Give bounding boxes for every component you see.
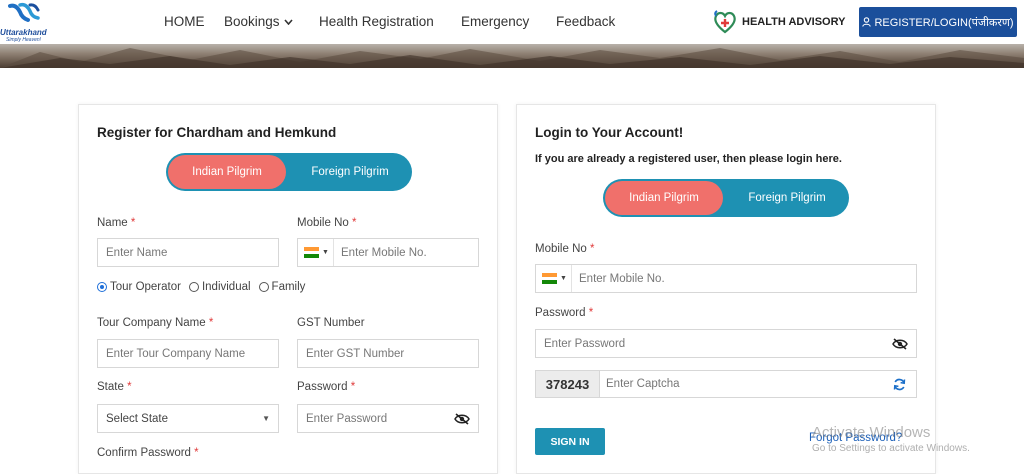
state-label-text: State xyxy=(97,381,124,393)
login-password-label: Password * xyxy=(535,307,593,319)
login-note: If you are already a registered user, th… xyxy=(535,153,842,165)
radio-tour-operator-label: Tour Operator xyxy=(110,281,181,293)
login-indian-pilgrim-tab[interactable]: Indian Pilgrim xyxy=(605,181,723,215)
dropdown-caret-icon: ▼ xyxy=(560,275,567,282)
eye-slash-icon[interactable] xyxy=(892,337,908,350)
required-mark: * xyxy=(208,317,214,329)
register-card: Register for Chardham and Hemkund Indian… xyxy=(78,104,498,474)
register-password-input[interactable]: Enter Password xyxy=(297,404,479,433)
nav-home[interactable]: HOME xyxy=(164,14,205,29)
sign-in-button[interactable]: SIGN IN xyxy=(535,428,605,455)
logo-brand-text: Uttarakhand xyxy=(0,28,47,37)
register-mobile-input[interactable]: ▼ Enter Mobile No. xyxy=(297,238,479,267)
required-mark: * xyxy=(350,381,356,393)
login-title: Login to Your Account! xyxy=(535,125,684,140)
refresh-icon[interactable] xyxy=(893,378,906,391)
eye-slash-icon[interactable] xyxy=(454,412,470,425)
required-mark: * xyxy=(588,307,594,319)
radio-tour-operator[interactable]: Tour Operator xyxy=(97,281,181,293)
confirm-password-label-text: Confirm Password xyxy=(97,447,191,459)
name-placeholder: Enter Name xyxy=(106,246,168,259)
nav-feedback[interactable]: Feedback xyxy=(556,14,615,29)
login-password-input[interactable]: Enter Password xyxy=(535,329,917,358)
radio-family[interactable]: Family xyxy=(258,281,306,293)
captcha-code: 378243 xyxy=(536,371,600,397)
login-card: Login to Your Account! If you are alread… xyxy=(516,104,936,474)
name-input[interactable]: Enter Name xyxy=(97,238,279,267)
login-password-placeholder: Enter Password xyxy=(544,337,626,350)
logo-tagline: Simply Heaven! xyxy=(6,37,42,43)
login-mobile-label: Mobile No * xyxy=(535,243,594,255)
register-password-label: Password * xyxy=(297,381,355,393)
user-icon xyxy=(862,17,872,27)
india-flag-icon xyxy=(542,273,557,285)
dropdown-caret-icon: ▼ xyxy=(262,414,270,423)
register-title: Register for Chardham and Hemkund xyxy=(97,125,337,140)
captcha-field: 378243 Enter Captcha xyxy=(535,370,917,398)
company-label: Tour Company Name * xyxy=(97,317,213,329)
register-password-label-text: Password xyxy=(297,381,348,393)
radio-unselected-icon xyxy=(188,282,199,292)
name-label-text: Name xyxy=(97,217,128,229)
radio-individual[interactable]: Individual xyxy=(188,281,251,293)
required-mark: * xyxy=(127,381,132,393)
register-mobile-label-text: Mobile No xyxy=(297,217,349,229)
health-advisory-link[interactable]: HEALTH ADVISORY xyxy=(712,9,846,35)
company-input[interactable]: Enter Tour Company Name xyxy=(97,339,279,368)
login-pilgrim-toggle: Indian Pilgrim Foreign Pilgrim xyxy=(603,179,849,217)
register-login-button[interactable]: REGISTER/LOGIN(पंजीकरण) xyxy=(859,7,1017,37)
radio-individual-label: Individual xyxy=(201,281,251,293)
mountain-banner-image xyxy=(0,44,1024,68)
state-select-value: Select State xyxy=(106,412,169,425)
register-mobile-label: Mobile No * xyxy=(297,217,356,229)
india-flag-icon xyxy=(304,247,319,259)
uttarakhand-logo[interactable]: Uttarakhand Simply Heaven! xyxy=(0,2,52,43)
required-mark: * xyxy=(194,447,199,459)
gst-placeholder: Enter GST Number xyxy=(306,347,405,360)
login-password-label-text: Password xyxy=(535,307,586,319)
radio-selected-icon xyxy=(97,282,107,292)
login-mobile-label-text: Mobile No xyxy=(535,243,587,255)
register-indian-pilgrim-tab[interactable]: Indian Pilgrim xyxy=(168,155,286,189)
chevron-down-icon xyxy=(283,17,293,27)
company-label-text: Tour Company Name xyxy=(97,317,206,329)
captcha-input[interactable]: Enter Captcha xyxy=(600,378,893,390)
radio-family-label: Family xyxy=(271,281,306,293)
gst-label: GST Number xyxy=(297,317,365,329)
nav-bookings-label: Bookings xyxy=(224,14,280,29)
nav-bookings[interactable]: Bookings xyxy=(224,14,293,29)
register-foreign-pilgrim-tab[interactable]: Foreign Pilgrim xyxy=(288,153,412,191)
name-label: Name * xyxy=(97,217,135,229)
login-foreign-pilgrim-tab[interactable]: Foreign Pilgrim xyxy=(725,179,849,217)
windows-watermark-title: Activate Windows xyxy=(812,424,931,441)
register-password-placeholder: Enter Password xyxy=(306,412,388,425)
nav-emergency[interactable]: Emergency xyxy=(461,14,529,29)
mountain-texture xyxy=(0,48,1024,68)
required-mark: * xyxy=(351,217,357,229)
required-mark: * xyxy=(589,243,595,255)
state-label: State * xyxy=(97,381,132,393)
health-advisory-label: HEALTH ADVISORY xyxy=(742,16,846,28)
logo-swoosh-icon xyxy=(8,2,40,22)
country-code-select[interactable]: ▼ xyxy=(536,265,572,292)
login-mobile-input[interactable]: ▼ Enter Mobile No. xyxy=(535,264,917,293)
radio-unselected-icon xyxy=(258,282,269,292)
health-heart-icon xyxy=(714,10,736,34)
company-placeholder: Enter Tour Company Name xyxy=(106,347,246,360)
nav-health-registration[interactable]: Health Registration xyxy=(319,14,434,29)
register-mobile-placeholder: Enter Mobile No. xyxy=(341,246,427,259)
login-mobile-placeholder: Enter Mobile No. xyxy=(579,272,665,285)
gst-input[interactable]: Enter GST Number xyxy=(297,339,479,368)
windows-watermark-subtitle: Go to Settings to activate Windows. xyxy=(812,443,970,454)
required-mark: * xyxy=(130,217,136,229)
country-code-select[interactable]: ▼ xyxy=(298,239,334,266)
account-type-radios: Tour Operator Individual Family xyxy=(97,281,313,293)
confirm-password-label: Confirm Password * xyxy=(97,447,199,459)
register-login-label: REGISTER/LOGIN(पंजीकरण) xyxy=(874,16,1014,29)
dropdown-caret-icon: ▼ xyxy=(322,249,329,256)
top-header: Uttarakhand Simply Heaven! HOME Bookings… xyxy=(0,0,1024,44)
register-pilgrim-toggle: Indian Pilgrim Foreign Pilgrim xyxy=(166,153,412,191)
state-select[interactable]: Select State ▼ xyxy=(97,404,279,433)
